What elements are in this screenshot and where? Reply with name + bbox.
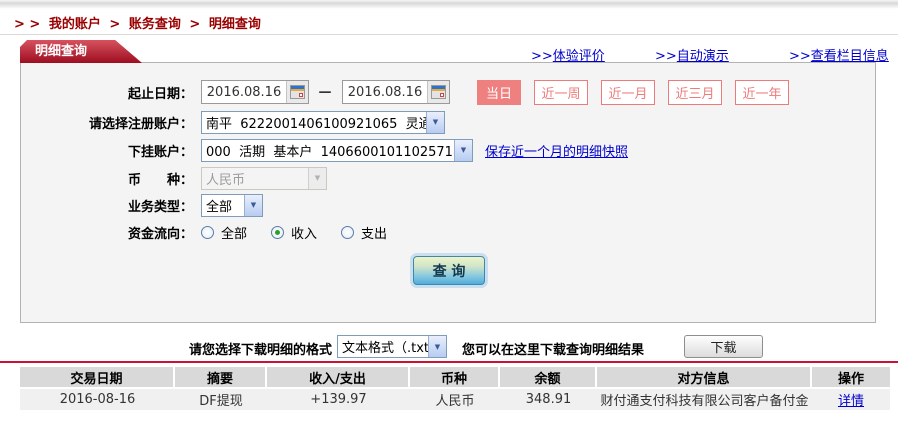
breadcrumb-item-my-account[interactable]: 我的账户 xyxy=(49,17,101,32)
cell-transaction-date: 2016-08-16 xyxy=(59,392,136,407)
breadcrumb-item-account-query[interactable]: 账务查询 xyxy=(129,17,181,32)
fund-flow-radio-group: 全部 收入 支出 xyxy=(201,223,387,242)
tab-detail-query[interactable]: 明细查询 xyxy=(20,40,142,63)
dropdown-arrow-icon: ▼ xyxy=(454,139,472,161)
dropdown-arrow-icon: ▼ xyxy=(244,194,262,216)
download-hint: 您可以在这里下载查询明细结果 xyxy=(462,343,645,358)
top-gradient-strip xyxy=(0,0,898,9)
end-date-input[interactable] xyxy=(343,84,427,100)
table-header-row: 交易日期 摘要 收入/支出 币种 余额 对方信息 操作 xyxy=(20,367,890,387)
sub-account-value: 000 活期 基本户 1406600101102571848 xyxy=(206,144,454,160)
detail-link[interactable]: 详情 xyxy=(838,390,864,409)
radio-label: 收入 xyxy=(291,226,318,242)
radio-option-expense[interactable]: 支出 xyxy=(341,223,387,242)
cell-currency: 人民币 xyxy=(435,394,475,409)
quick-button-last-3-months[interactable]: 近三月 xyxy=(668,79,722,105)
quick-button-last-week[interactable]: 近一周 xyxy=(534,79,588,105)
header-transaction-date: 交易日期 xyxy=(20,367,175,387)
header-income-expense: 收入/支出 xyxy=(267,367,410,387)
breadcrumb: > > 我的账户 > 账务查询 > 明细查询 xyxy=(14,13,265,32)
radio-option-all[interactable]: 全部 xyxy=(201,223,247,242)
registered-account-value: 南平 6222001406100921065 灵通卡 xyxy=(206,116,426,132)
header-currency: 币种 xyxy=(410,367,500,387)
business-type-select[interactable]: 全部 ▼ xyxy=(201,193,263,217)
registered-account-label: 请选择注册账户： xyxy=(88,116,193,132)
breadcrumb-divider xyxy=(0,34,898,35)
header-action: 操作 xyxy=(837,371,864,387)
breadcrumb-separator: > xyxy=(189,17,201,32)
start-date-calendar-button[interactable] xyxy=(286,81,308,103)
date-range-label: 起止日期： xyxy=(127,86,193,102)
sub-account-label: 下挂账户： xyxy=(127,144,193,160)
start-date-input[interactable] xyxy=(202,84,286,100)
sub-account-select[interactable]: 000 活期 基本户 1406600101102571848 ▼ xyxy=(201,138,473,162)
cell-summary: DF提现 xyxy=(199,394,243,409)
end-date-calendar-button[interactable] xyxy=(427,81,449,103)
table-top-red-line xyxy=(0,361,898,363)
radio-label: 全部 xyxy=(221,226,248,242)
row-date-range: 起止日期： — 当日 近一周 近一月 近三月 近一年 xyxy=(21,79,789,105)
row-business-type: 业务类型： 全部 ▼ xyxy=(21,192,263,218)
currency-select: 人民币 ▼ xyxy=(201,166,327,190)
fund-flow-label: 资金流向： xyxy=(127,226,193,242)
download-button[interactable]: 下载 xyxy=(684,335,763,358)
query-button[interactable]: 查 询 xyxy=(413,256,485,285)
calendar-icon xyxy=(431,85,446,99)
end-date-field xyxy=(342,80,450,104)
detail-query-page: > > 我的账户 > 账务查询 > 明细查询 明细查询 >>体验评价 >>自动演… xyxy=(0,0,898,423)
download-format-value: 文本格式（.txt） xyxy=(342,341,428,356)
breadcrumb-separator: > xyxy=(109,17,121,32)
start-date-field xyxy=(201,80,309,104)
quick-range-buttons: 当日 近一周 近一月 近三月 近一年 xyxy=(477,79,789,105)
breadcrumb-item-detail-query[interactable]: 明细查询 xyxy=(209,17,261,32)
cell-amount: +139.97 xyxy=(310,392,367,407)
quick-button-today[interactable]: 当日 xyxy=(477,79,521,105)
business-type-label: 业务类型： xyxy=(127,199,193,215)
registered-account-select[interactable]: 南平 6222001406100921065 灵通卡 ▼ xyxy=(201,110,445,134)
radio-icon xyxy=(341,225,355,239)
currency-value: 人民币 xyxy=(206,172,246,188)
header-summary: 摘要 xyxy=(175,367,267,387)
radio-icon xyxy=(201,225,214,239)
header-balance: 余额 xyxy=(500,367,597,387)
calendar-icon xyxy=(290,85,305,99)
row-registered-account: 请选择注册账户： 南平 6222001406100921065 灵通卡 ▼ xyxy=(21,109,445,135)
row-sub-account: 下挂账户： 000 活期 基本户 1406600101102571848 ▼ 保… xyxy=(21,137,628,163)
table-row: 2016-08-16 DF提现 +139.97 人民币 348.91 财付通支付… xyxy=(20,389,890,410)
radio-option-income[interactable]: 收入 xyxy=(271,223,317,242)
row-currency: 币 种： 人民币 ▼ xyxy=(21,165,327,191)
cell-counterparty: 财付通支付科技有限公司客户备付金 xyxy=(600,394,809,409)
dropdown-arrow-icon: ▼ xyxy=(428,336,446,357)
radio-label: 支出 xyxy=(361,226,388,242)
cell-balance: 348.91 xyxy=(525,392,572,407)
download-format-select[interactable]: 文本格式（.txt） ▼ xyxy=(337,335,447,358)
row-fund-flow: 资金流向： 全部 收入 支出 xyxy=(21,219,387,245)
dropdown-arrow-icon: ▼ xyxy=(426,111,444,133)
header-counterparty: 对方信息 xyxy=(597,367,812,387)
query-form-panel: 起止日期： — 当日 近一周 近一月 近三月 近一年 xyxy=(20,62,876,323)
snapshot-link[interactable]: 保存近一个月的明细快照 xyxy=(485,141,628,160)
breadcrumb-prefix: > > xyxy=(14,17,41,32)
currency-label: 币 种： xyxy=(127,172,193,188)
download-format-label: 请您选择下载明细的格式 xyxy=(188,343,332,358)
quick-button-last-year[interactable]: 近一年 xyxy=(735,79,789,105)
radio-checked-icon xyxy=(271,225,285,239)
date-range-dash: — xyxy=(318,84,332,100)
dropdown-arrow-icon: ▼ xyxy=(308,167,326,189)
quick-button-last-month[interactable]: 近一月 xyxy=(601,79,655,105)
business-type-value: 全部 xyxy=(206,199,233,215)
